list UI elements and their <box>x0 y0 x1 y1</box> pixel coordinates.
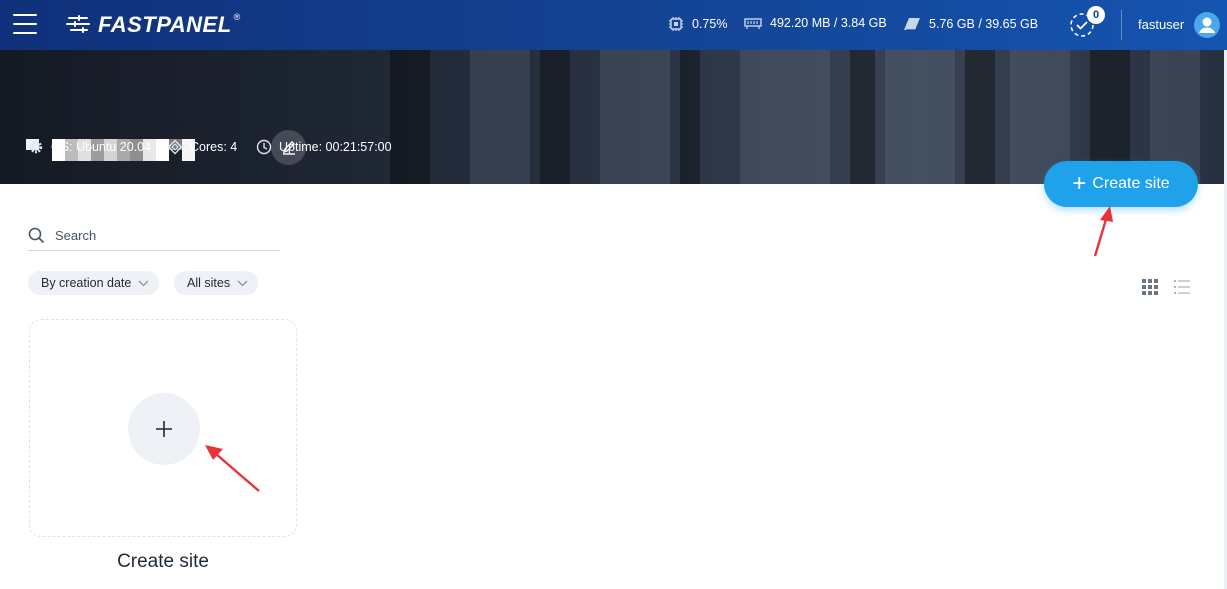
search-input[interactable] <box>55 227 255 243</box>
cores-label: Cores: 4 <box>190 140 238 154</box>
registered-mark: ® <box>233 12 241 22</box>
create-site-card[interactable] <box>29 319 297 537</box>
chevron-down-icon <box>237 280 248 286</box>
sort-dropdown[interactable]: By creation date <box>28 271 160 295</box>
uptime-label: Uptime: 00:21:57:00 <box>279 140 392 154</box>
site-filter-label: All sites <box>187 276 231 290</box>
search-bar <box>28 220 280 251</box>
header-divider <box>1121 10 1122 40</box>
sort-dropdown-label: By creation date <box>41 276 132 290</box>
create-site-button[interactable]: + Create site <box>1044 161 1198 207</box>
notification-badge: 0 <box>1087 6 1105 24</box>
annotation-arrow-icon <box>1093 206 1113 257</box>
chevron-down-icon <box>138 280 149 286</box>
cpu-stat[interactable]: 0.75% <box>668 16 727 32</box>
clock-icon <box>256 139 272 155</box>
user-icon <box>1199 17 1215 33</box>
disk-icon <box>904 18 920 31</box>
logo-mark-icon <box>66 14 92 36</box>
menu-icon[interactable] <box>13 14 37 36</box>
gear-icon <box>29 140 43 154</box>
plus-icon <box>156 421 172 437</box>
cores-info: Cores: 4 <box>167 139 237 155</box>
memory-stat[interactable]: 492.20 MB / 3.84 GB <box>744 16 887 30</box>
site-filter-dropdown[interactable]: All sites <box>174 271 259 295</box>
disk-value: 5.76 GB / 39.65 GB <box>929 17 1039 31</box>
user-avatar[interactable] <box>1194 12 1220 38</box>
disk-stat[interactable]: 5.76 GB / 39.65 GB <box>903 16 1038 32</box>
plus-icon: + <box>1072 170 1087 197</box>
memory-icon <box>744 18 762 29</box>
memory-value: 492.20 MB / 3.84 GB <box>770 16 887 30</box>
cpu-icon <box>669 17 683 31</box>
diamond-icon <box>167 139 183 155</box>
search-icon <box>28 227 45 243</box>
os-info: OS: Ubuntu 20.04 <box>28 139 151 155</box>
server-banner <box>0 50 1227 184</box>
os-label: OS: Ubuntu 20.04 <box>51 140 152 154</box>
add-site-button[interactable] <box>128 393 200 465</box>
username[interactable]: fastuser <box>1138 17 1184 32</box>
list-view-icon[interactable] <box>1174 279 1190 295</box>
tasks-button[interactable]: 0 <box>1068 6 1105 39</box>
create-site-card-label: Create site <box>117 551 209 572</box>
top-bar: FASTPANEL ® 0.75% 492.20 MB / 3.84 GB 5.… <box>0 0 1227 50</box>
logo[interactable]: FASTPANEL ® <box>66 12 240 38</box>
grid-view-icon[interactable] <box>1142 279 1158 295</box>
cpu-value: 0.75% <box>692 17 728 31</box>
create-site-button-label: Create site <box>1092 175 1170 192</box>
logo-text: FASTPANEL <box>98 12 232 37</box>
uptime-info: Uptime: 00:21:57:00 <box>256 139 392 155</box>
